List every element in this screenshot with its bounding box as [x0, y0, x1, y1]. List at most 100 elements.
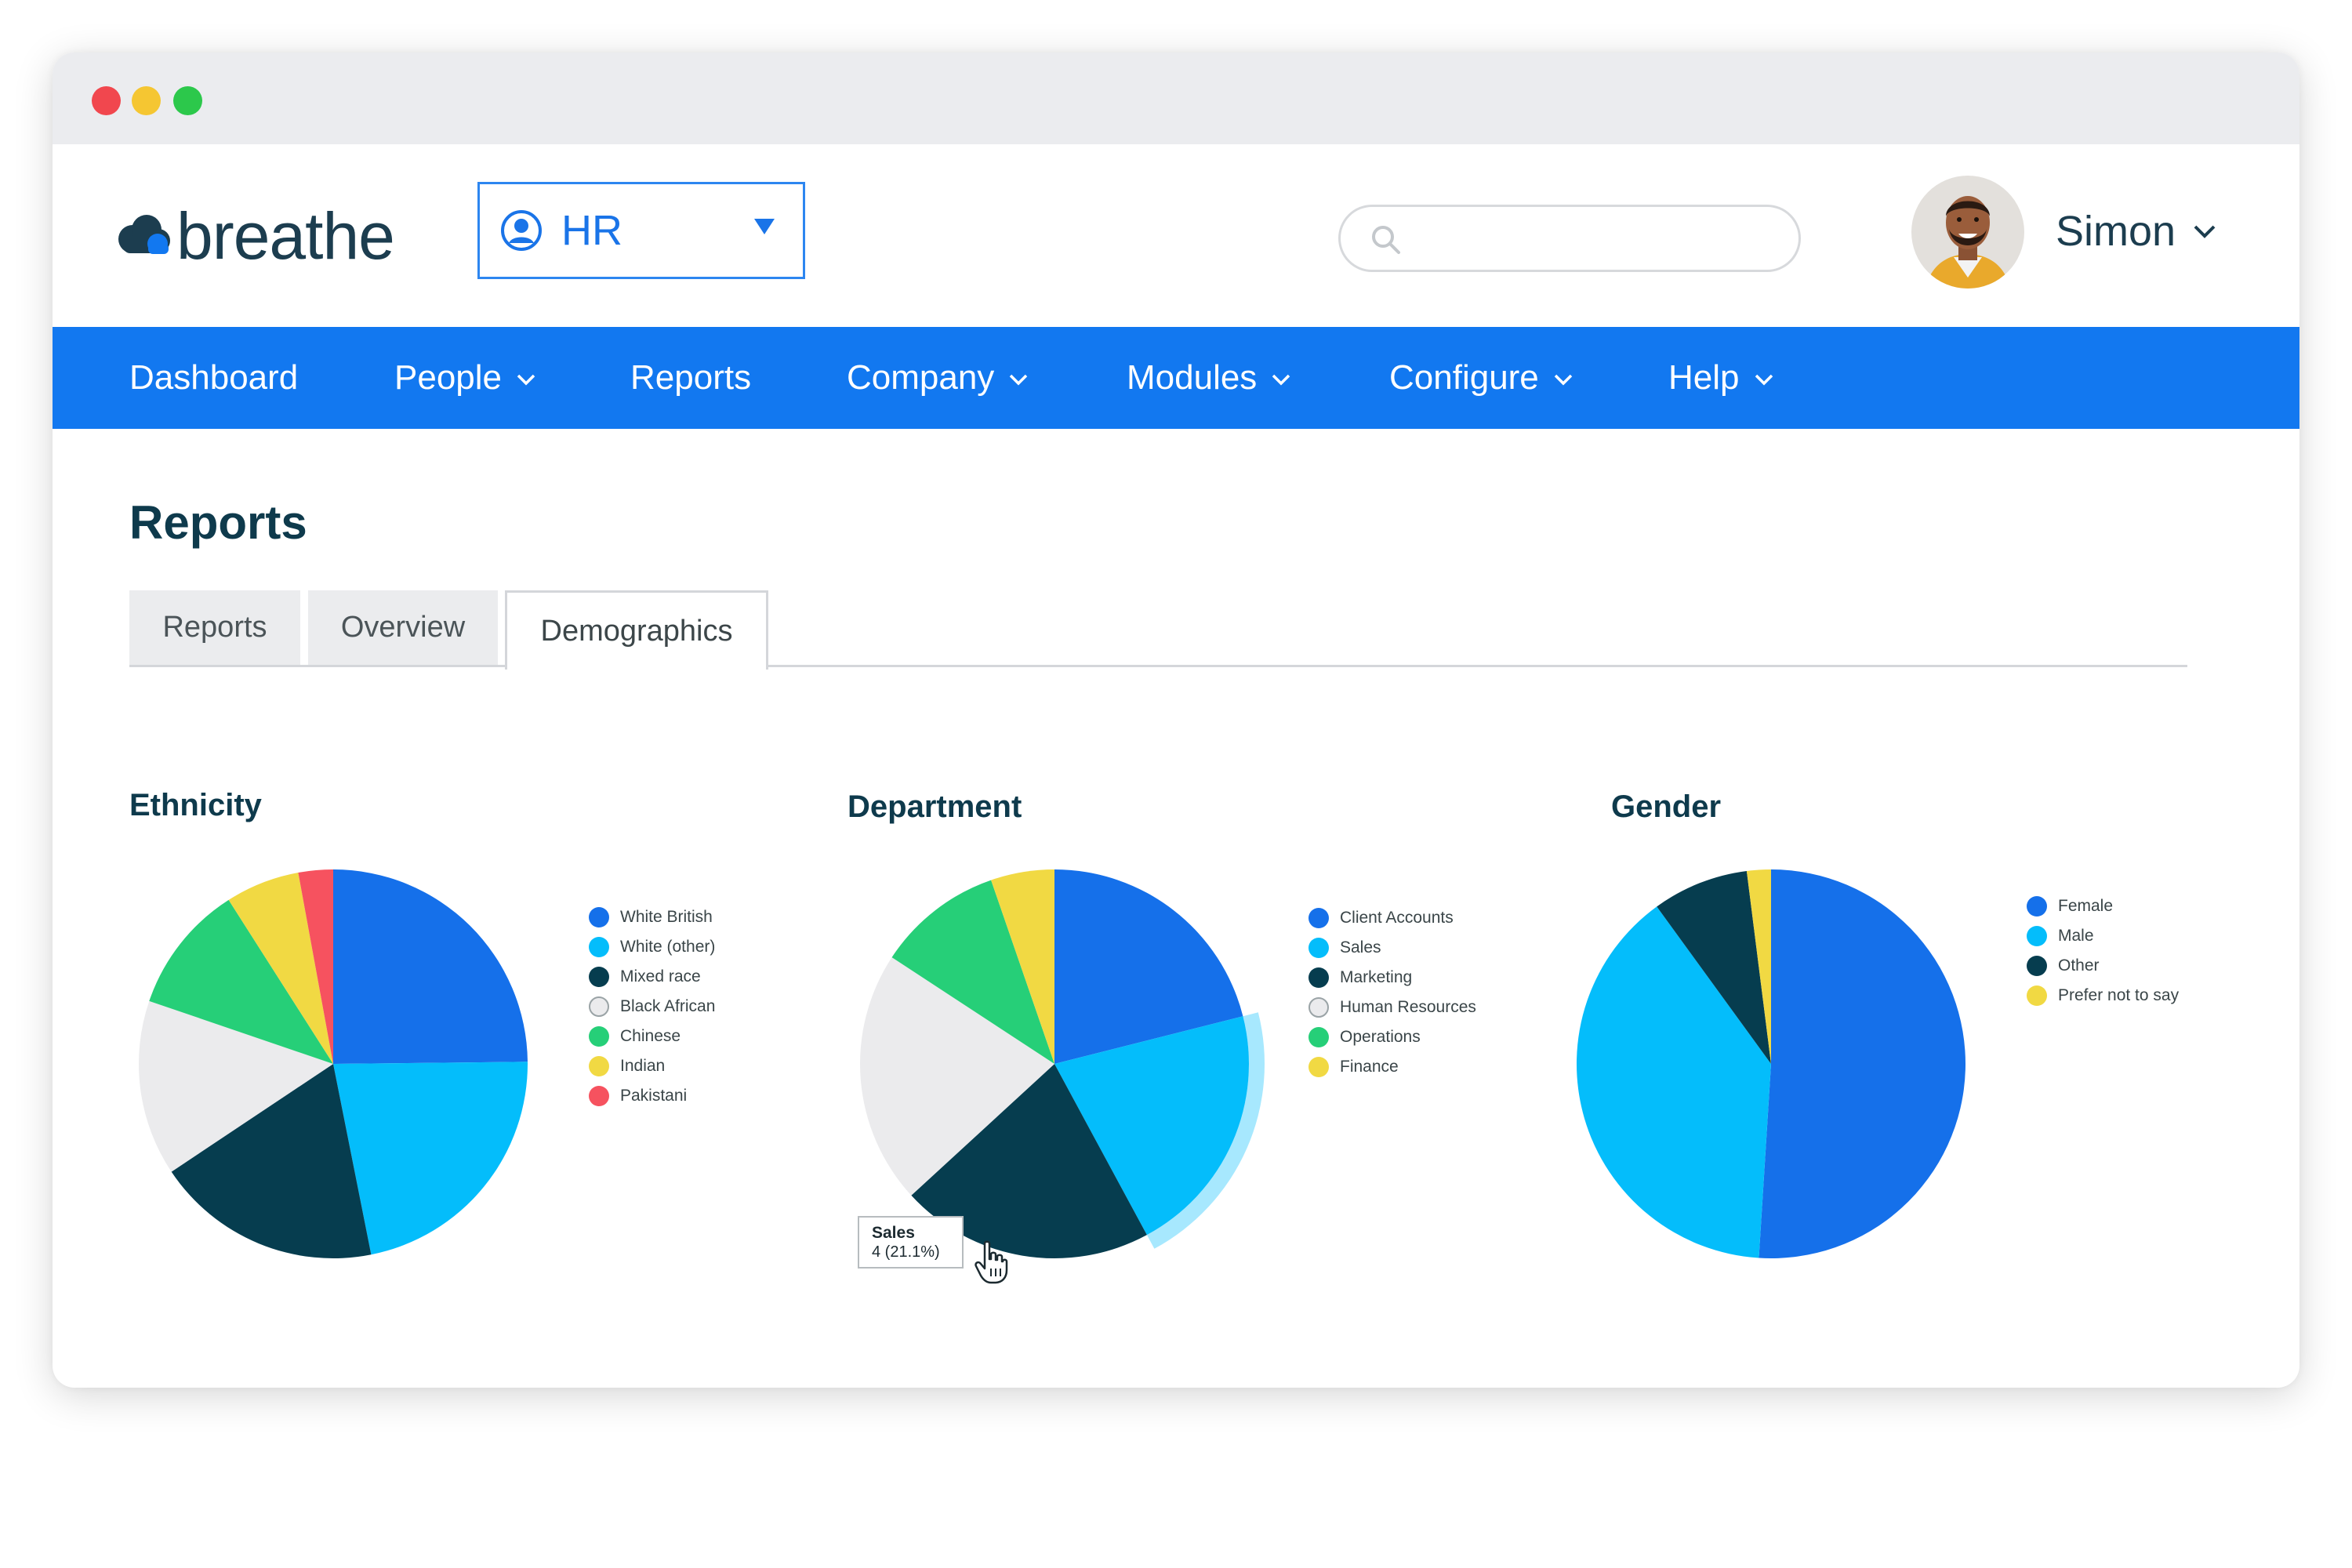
- nav-configure[interactable]: Configure: [1389, 327, 1573, 429]
- module-selector-value: HR: [561, 207, 622, 254]
- app-header: breathe HR Simon: [53, 144, 2299, 327]
- nav-people[interactable]: People: [394, 327, 536, 429]
- chevron-down-icon: [1272, 374, 1290, 386]
- tooltip-label: Sales: [872, 1224, 915, 1242]
- legend-item-female[interactable]: Female: [2027, 891, 2179, 921]
- legend-label: Operations: [1340, 1028, 1421, 1046]
- legend-item-sales[interactable]: Sales: [1308, 933, 1476, 963]
- legend-swatch: [2027, 896, 2047, 916]
- ethnicity-pie-chart: [138, 869, 528, 1258]
- search-box[interactable]: [1338, 205, 1801, 272]
- user-avatar[interactable]: [1911, 176, 2024, 289]
- legend-label: Finance: [1340, 1058, 1399, 1076]
- nav-label: People: [394, 358, 503, 397]
- legend-item-mixed-race[interactable]: Mixed race: [589, 962, 715, 992]
- legend-swatch: [1308, 967, 1329, 988]
- tab-demographics[interactable]: Demographics: [505, 590, 768, 670]
- legend-swatch: [589, 1086, 609, 1106]
- nav-label: Help: [1668, 358, 1740, 397]
- nav-label: Modules: [1127, 358, 1258, 397]
- chevron-down-icon: [1010, 374, 1028, 386]
- module-selector[interactable]: HR: [477, 182, 805, 279]
- legend-swatch: [589, 1026, 609, 1047]
- user-menu[interactable]: Simon: [2056, 207, 2216, 256]
- legend-item-male[interactable]: Male: [2027, 921, 2179, 951]
- chevron-down-icon: [2194, 225, 2216, 238]
- user-name: Simon: [2056, 208, 2176, 255]
- report-tabs: Reports Overview Demographics: [129, 590, 2187, 670]
- legend-item-black-african[interactable]: Black African: [589, 992, 715, 1022]
- logo-text: breathe: [176, 199, 395, 273]
- browser-window: breathe HR Simon Dashboard People Report…: [53, 53, 2299, 1388]
- user-circle-icon: [501, 210, 542, 251]
- nav-company[interactable]: Company: [847, 327, 1029, 429]
- chevron-down-icon: [1554, 374, 1573, 386]
- search-icon: [1372, 226, 1400, 254]
- tab-overview[interactable]: Overview: [308, 590, 498, 665]
- legend-swatch: [1308, 1057, 1329, 1077]
- chevron-down-icon: [1755, 374, 1773, 386]
- search-input[interactable]: [1411, 218, 1783, 260]
- legend-swatch: [589, 996, 609, 1017]
- legend-item-white-other[interactable]: White (other): [589, 932, 715, 962]
- caret-down-icon: [754, 219, 775, 234]
- close-window-button[interactable]: [92, 86, 121, 115]
- avatar-image: [1911, 176, 2024, 289]
- minimize-window-button[interactable]: [132, 86, 161, 115]
- legend-item-prefer-not-to-say[interactable]: Prefer not to say: [2027, 981, 2179, 1011]
- legend-swatch: [589, 937, 609, 957]
- ethnicity-legend: White British White (other) Mixed race Blac…: [589, 902, 715, 1111]
- legend-item-human-resources[interactable]: Human Resources: [1308, 993, 1476, 1022]
- legend-label: Chinese: [620, 1027, 681, 1045]
- department-pie-chart: [860, 869, 1265, 1258]
- legend-label: Black African: [620, 997, 716, 1015]
- legend-swatch: [1308, 997, 1329, 1018]
- nav-label: Company: [847, 358, 995, 397]
- department-chart-title: Department: [848, 789, 1022, 824]
- legend-label: Male: [2058, 927, 2094, 945]
- legend-swatch: [589, 1056, 609, 1076]
- cloud-logo-icon: [118, 215, 170, 254]
- breathe-logo[interactable]: breathe: [115, 199, 395, 273]
- pie-slice-white-british[interactable]: [333, 869, 528, 1064]
- legend-item-marketing[interactable]: Marketing: [1308, 963, 1476, 993]
- legend-label: Female: [2058, 897, 2114, 915]
- window-titlebar: [53, 53, 2299, 144]
- legend-label: Marketing: [1340, 968, 1413, 986]
- gender-chart-title: Gender: [1611, 789, 1722, 824]
- legend-item-operations[interactable]: Operations: [1308, 1022, 1476, 1052]
- legend-label: Mixed race: [620, 967, 701, 985]
- chevron-down-icon: [517, 374, 535, 386]
- tooltip-value: 4 (21.1%): [872, 1243, 940, 1261]
- legend-item-finance[interactable]: Finance: [1308, 1052, 1476, 1082]
- legend-label: Other: [2058, 956, 2100, 975]
- legend-item-other[interactable]: Other: [2027, 951, 2179, 981]
- maximize-window-button[interactable]: [173, 86, 202, 115]
- legend-item-client-accounts[interactable]: Client Accounts: [1308, 903, 1476, 933]
- legend-item-chinese[interactable]: Chinese: [589, 1022, 715, 1051]
- legend-label: Sales: [1340, 938, 1381, 956]
- legend-label: White British: [620, 908, 713, 926]
- legend-label: Client Accounts: [1340, 909, 1454, 927]
- legend-label: Human Resources: [1340, 998, 1476, 1016]
- legend-swatch: [1308, 938, 1329, 958]
- legend-item-pakistani[interactable]: Pakistani: [589, 1081, 715, 1111]
- hand-pointer-icon: [975, 1240, 1008, 1284]
- pie-slice-female[interactable]: [1759, 869, 1966, 1258]
- legend-label: White (other): [620, 938, 716, 956]
- nav-help[interactable]: Help: [1668, 327, 1774, 429]
- legend-swatch: [2027, 926, 2047, 946]
- nav-label: Reports: [630, 358, 752, 397]
- page-title: Reports: [129, 496, 307, 549]
- legend-item-white-british[interactable]: White British: [589, 902, 715, 932]
- nav-modules[interactable]: Modules: [1127, 327, 1291, 429]
- nav-label: Dashboard: [129, 358, 299, 397]
- gender-legend: Female Male Other Prefer not to say: [2027, 891, 2179, 1011]
- legend-swatch: [589, 967, 609, 987]
- tab-reports[interactable]: Reports: [129, 590, 300, 665]
- chart-tooltip: Sales 4 (21.1%): [858, 1216, 964, 1269]
- nav-reports[interactable]: Reports: [630, 327, 751, 429]
- legend-item-indian[interactable]: Indian: [589, 1051, 715, 1081]
- nav-dashboard[interactable]: Dashboard: [129, 327, 298, 429]
- legend-label: Pakistani: [620, 1087, 688, 1105]
